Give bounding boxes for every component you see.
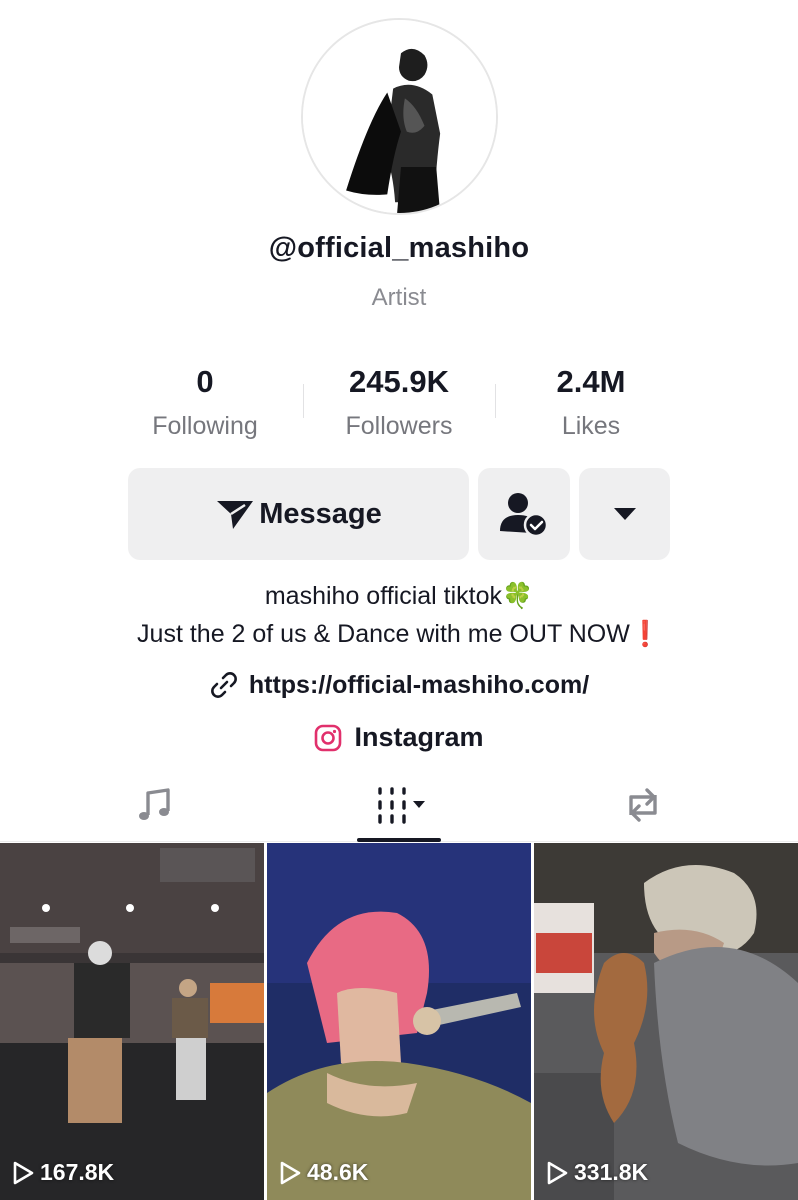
bio-line-1: mashiho official tiktok🍀 <box>264 582 534 610</box>
send-icon <box>217 501 254 529</box>
view-count: 167.8K <box>12 1159 114 1186</box>
grid-videos-icon <box>378 787 425 824</box>
view-count: 48.6K <box>279 1159 368 1186</box>
profile-stats: 0 Following 245.9K Followers 2.4M Likes <box>110 362 688 447</box>
stat-following-label: Following <box>152 412 258 440</box>
stat-followers-label: Followers <box>345 412 453 440</box>
stat-following[interactable]: 0 Following <box>110 362 300 441</box>
stat-likes-value: 2.4M <box>556 364 626 399</box>
video-thumbnail[interactable]: 167.8K <box>0 843 264 1200</box>
message-button-label: Message <box>259 497 382 530</box>
stat-likes[interactable]: 2.4M Likes <box>496 362 686 441</box>
view-count: 331.8K <box>546 1159 648 1186</box>
profile-category: Artist <box>371 284 427 311</box>
view-count-value: 48.6K <box>307 1159 369 1185</box>
music-note-icon <box>139 788 170 820</box>
stat-followers-value: 245.9K <box>349 364 449 399</box>
instagram-label: Instagram <box>354 722 484 752</box>
video-thumbnail-image <box>267 843 531 1200</box>
tab-videos[interactable] <box>266 768 532 842</box>
content-tabs <box>0 768 798 842</box>
caret-down-icon <box>613 508 636 520</box>
video-grid: 167.8K 48.6K 331.8K <box>0 843 798 1200</box>
user-check-icon <box>500 493 548 537</box>
play-icon <box>13 1161 34 1184</box>
view-count-value: 331.8K <box>574 1159 649 1185</box>
stat-likes-label: Likes <box>561 412 621 440</box>
stat-followers[interactable]: 245.9K Followers <box>304 362 494 441</box>
profile-username: @official_mashiho <box>268 232 530 264</box>
video-thumbnail[interactable]: 48.6K <box>267 843 531 1200</box>
active-tab-indicator <box>357 838 441 842</box>
stat-following-value: 0 <box>196 364 214 399</box>
bio-line-2: Just the 2 of us & Dance with me OUT NOW… <box>137 620 661 648</box>
profile-avatar[interactable] <box>301 18 498 215</box>
message-button[interactable]: Message <box>128 468 469 560</box>
tab-reposts[interactable] <box>510 768 776 842</box>
link-icon <box>210 672 237 698</box>
play-icon <box>280 1161 301 1184</box>
video-thumbnail-image <box>534 843 798 1200</box>
following-status-button[interactable] <box>478 468 570 560</box>
avatar-image <box>303 20 496 213</box>
video-thumbnail[interactable]: 331.8K <box>534 843 798 1200</box>
instagram-icon <box>315 724 342 751</box>
play-icon <box>547 1161 568 1184</box>
instagram-link[interactable]: Instagram <box>0 722 798 753</box>
video-thumbnail-image <box>0 843 264 1200</box>
profile-link-url: https://official-mashiho.com/ <box>248 670 590 699</box>
view-count-value: 167.8K <box>40 1159 115 1185</box>
profile-link[interactable]: https://official-mashiho.com/ <box>0 670 798 700</box>
tab-music[interactable] <box>22 768 288 842</box>
suggested-accounts-button[interactable] <box>579 468 670 560</box>
repost-icon <box>629 788 657 822</box>
